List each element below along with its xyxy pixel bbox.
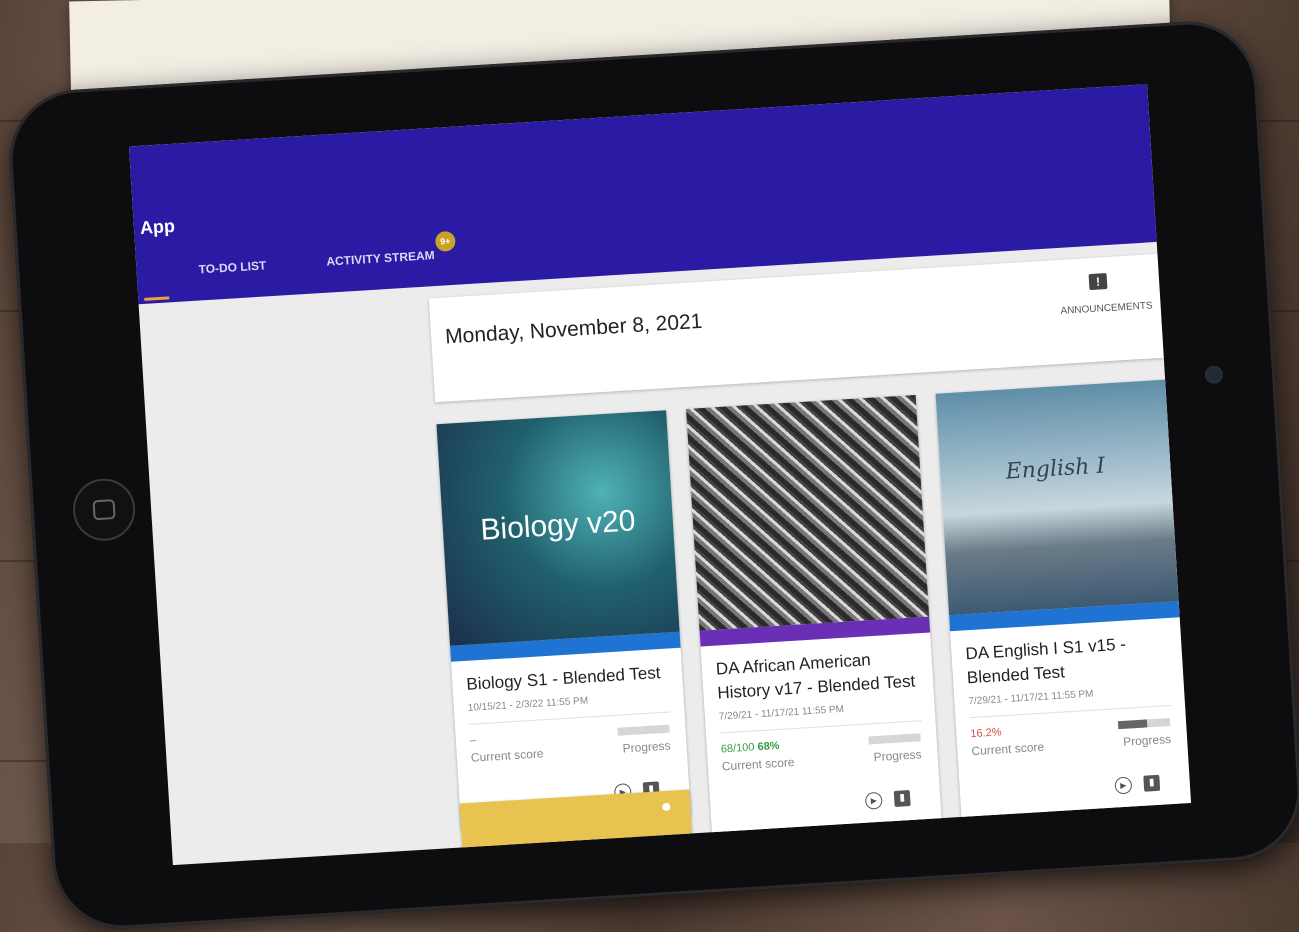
notification-badge: 9+: [435, 231, 456, 252]
app-title: App: [139, 216, 175, 239]
course-dates: 7/29/21 - 11/17/21 11:55 PM: [719, 699, 922, 733]
course-cover-image[interactable]: Biology v20: [436, 410, 679, 646]
announcement-icon[interactable]: !: [1089, 273, 1108, 290]
course-cover-image[interactable]: [686, 395, 929, 631]
bar-chart-icon[interactable]: ▮: [894, 790, 911, 807]
announcements-button[interactable]: ANNOUNCEMENTS: [1060, 300, 1153, 317]
home-button[interactable]: [71, 477, 137, 543]
course-card[interactable]: DA African American History v17 - Blende…: [686, 395, 942, 838]
course-card[interactable]: English I DA English I S1 v15 - Blended …: [936, 380, 1191, 823]
course-title[interactable]: DA English I S1 v15 - Blended Test: [965, 630, 1170, 690]
course-dates: 7/29/21 - 11/17/21 11:55 PM: [968, 684, 1171, 718]
play-icon[interactable]: ▶: [1114, 776, 1132, 794]
play-icon[interactable]: ▶: [865, 791, 883, 809]
course-cover-image[interactable]: English I: [936, 380, 1179, 616]
progress-label: Progress: [873, 747, 922, 764]
tablet-device: App TO-DO LIST ACTIVITY STREAM 9+ Monday…: [6, 18, 1299, 932]
progress-label: Progress: [622, 738, 671, 755]
bar-chart-icon[interactable]: ▮: [1143, 774, 1160, 791]
score-fraction: 68/100: [720, 741, 754, 755]
home-square-icon: [93, 499, 116, 520]
course-card[interactable]: Biology v20 Biology S1 - Blended Test 10…: [436, 410, 690, 829]
active-tab-indicator: [144, 296, 169, 301]
status-dot: [662, 803, 670, 811]
cover-title: Biology v20: [442, 502, 674, 550]
tablet-screen: App TO-DO LIST ACTIVITY STREAM 9+ Monday…: [129, 84, 1191, 865]
course-title[interactable]: DA African American History v17 - Blende…: [715, 645, 920, 705]
progress-label: Progress: [1123, 732, 1172, 749]
camera-lens: [1204, 365, 1223, 384]
course-card-partial[interactable]: [460, 789, 693, 863]
tab-activity-stream[interactable]: ACTIVITY STREAM: [326, 248, 435, 269]
cover-title: English I: [940, 450, 1171, 489]
score-percent: 68%: [757, 740, 780, 753]
course-dates: 10/15/21 - 2/3/22 11:55 PM: [468, 690, 671, 724]
current-date: Monday, November 8, 2021: [444, 310, 703, 350]
tab-todo-list[interactable]: TO-DO LIST: [198, 258, 267, 276]
